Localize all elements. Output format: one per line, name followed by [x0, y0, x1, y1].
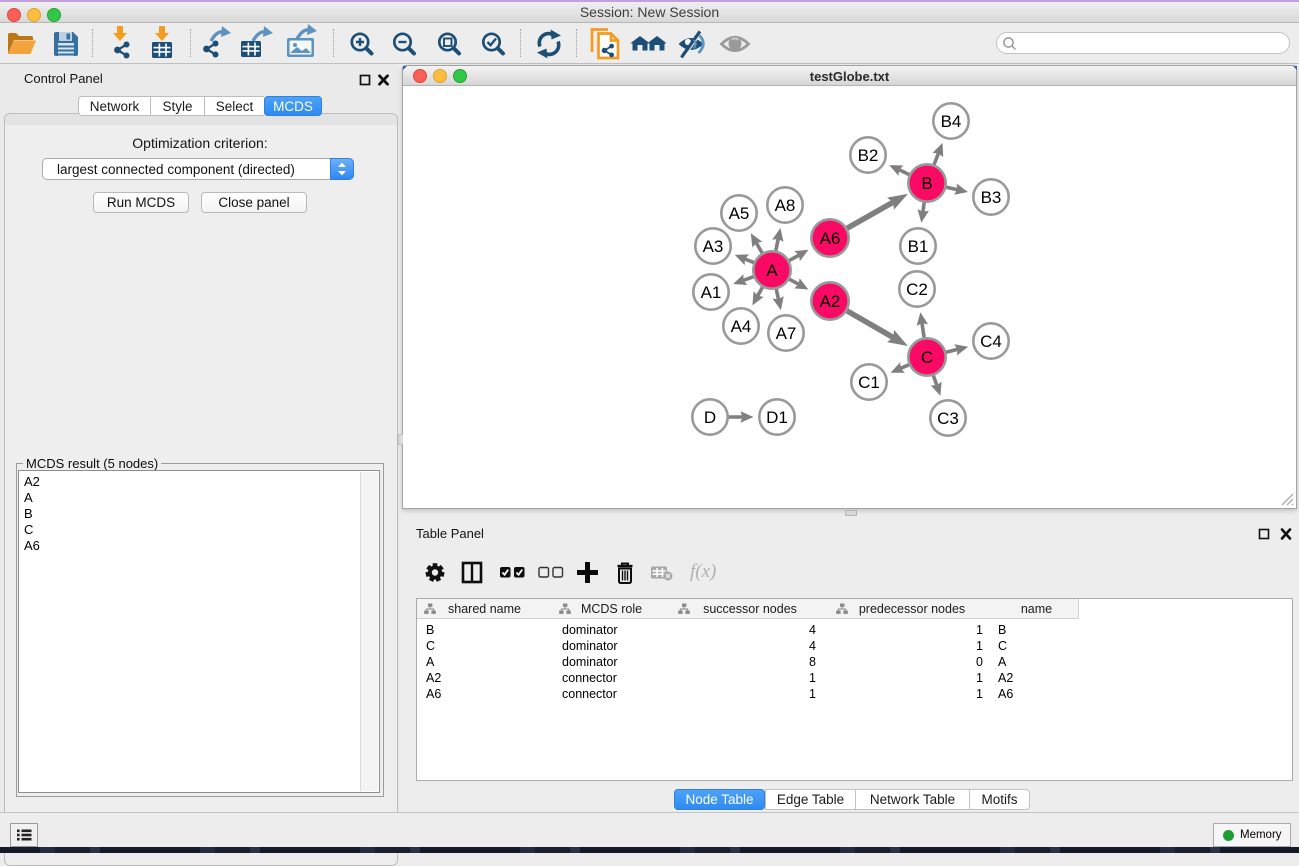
svg-text:D1: D1 — [766, 408, 788, 427]
svg-text:A: A — [766, 261, 778, 280]
svg-text:B3: B3 — [981, 188, 1002, 207]
svg-text:B1: B1 — [908, 237, 929, 256]
svg-text:A7: A7 — [776, 324, 797, 343]
svg-text:A4: A4 — [731, 317, 752, 336]
svg-text:C: C — [921, 348, 933, 367]
svg-text:C2: C2 — [906, 280, 928, 299]
svg-text:C3: C3 — [937, 409, 959, 428]
svg-text:A1: A1 — [701, 283, 722, 302]
svg-text:A3: A3 — [703, 237, 724, 256]
svg-text:C4: C4 — [980, 332, 1002, 351]
svg-text:A2: A2 — [820, 292, 841, 311]
svg-text:B4: B4 — [941, 112, 962, 131]
svg-text:A8: A8 — [775, 196, 796, 215]
svg-text:B: B — [921, 174, 932, 193]
svg-text:C1: C1 — [858, 373, 880, 392]
svg-text:A6: A6 — [820, 229, 841, 248]
svg-text:B2: B2 — [858, 146, 879, 165]
svg-text:D: D — [704, 408, 716, 427]
svg-text:A5: A5 — [729, 204, 750, 223]
